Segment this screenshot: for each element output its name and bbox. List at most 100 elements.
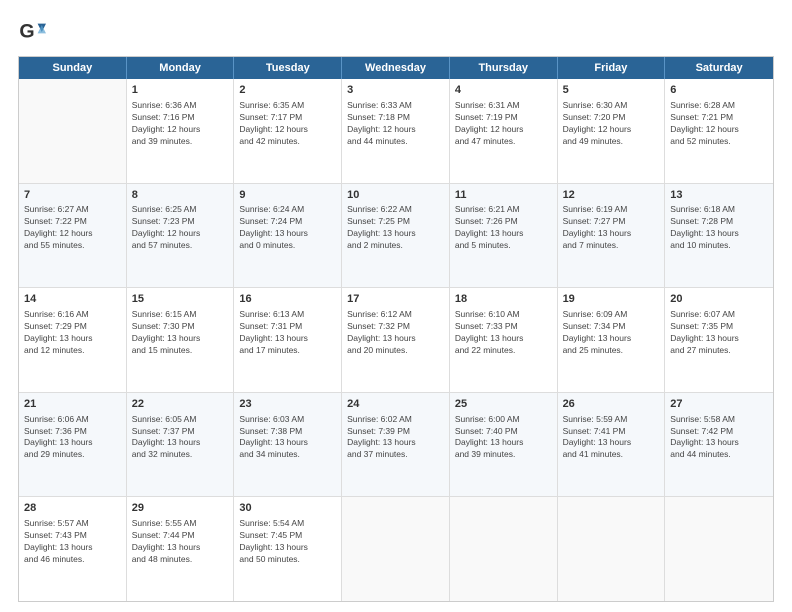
day-number: 17 [347,292,444,307]
day-number: 2 [239,83,336,98]
cell-text: Sunrise: 6:03 AMSunset: 7:38 PMDaylight:… [239,414,336,462]
day-number: 20 [670,292,768,307]
day-number: 4 [455,83,552,98]
calendar-cell: 23Sunrise: 6:03 AMSunset: 7:38 PMDayligh… [234,393,342,497]
calendar-cell: 13Sunrise: 6:18 AMSunset: 7:28 PMDayligh… [665,184,773,288]
day-number: 3 [347,83,444,98]
day-number: 24 [347,397,444,412]
calendar-cell: 28 Sunrise: 5:57 AMSunset: 7:43 PMDayligh… [19,497,127,601]
cell-text: Sunrise: 6:15 AMSunset: 7:30 PMDaylight:… [132,309,229,357]
calendar-cell [450,497,558,601]
calendar-cell: 26 Sunrise: 5:59 AMSunset: 7:41 PMDayligh… [558,393,666,497]
day-number: 6 [670,83,768,98]
day-number: 19 [563,292,660,307]
calendar-cell: 22Sunrise: 6:05 AMSunset: 7:37 PMDayligh… [127,393,235,497]
cell-text: Sunrise: 6:19 AMSunset: 7:27 PMDaylight:… [563,204,660,252]
cell-text: Sunrise: 6:21 AMSunset: 7:26 PMDaylight:… [455,204,552,252]
day-number: 30 [239,501,336,516]
day-number: 8 [132,188,229,203]
calendar-cell: 14 Sunrise: 6:16 AMSunset: 7:29 PMDayligh… [19,288,127,392]
calendar-cell: 6 Sunrise: 6:28 AMSunset: 7:21 PMDaylight… [665,79,773,183]
day-number: 26 [563,397,660,412]
calendar-header: SundayMondayTuesdayWednesdayThursdayFrid… [19,57,773,79]
cell-text: Sunrise: 6:35 AMSunset: 7:17 PMDaylight:… [239,100,336,148]
svg-text:G: G [19,21,34,43]
calendar-row: 14 Sunrise: 6:16 AMSunset: 7:29 PMDayligh… [19,288,773,393]
calendar-cell: 30Sunrise: 5:54 AMSunset: 7:45 PMDayligh… [234,497,342,601]
weekday-header: Wednesday [342,57,450,79]
day-number: 29 [132,501,229,516]
calendar-cell: 7Sunrise: 6:27 AMSunset: 7:22 PMDaylight… [19,184,127,288]
calendar-cell: 4 Sunrise: 6:31 AMSunset: 7:19 PMDaylight… [450,79,558,183]
calendar-body: 1Sunrise: 6:36 AMSunset: 7:16 PMDaylight… [19,79,773,601]
cell-text: Sunrise: 6:31 AMSunset: 7:19 PMDaylight:… [455,100,552,148]
day-number: 22 [132,397,229,412]
day-number: 9 [239,188,336,203]
day-number: 5 [563,83,660,98]
day-number: 15 [132,292,229,307]
calendar-cell: 27 Sunrise: 5:58 AMSunset: 7:42 PMDayligh… [665,393,773,497]
day-number: 18 [455,292,552,307]
calendar-cell [342,497,450,601]
weekday-header: Monday [127,57,235,79]
calendar-cell: 16 Sunrise: 6:13 AMSunset: 7:31 PMDayligh… [234,288,342,392]
cell-text: Sunrise: 6:09 AMSunset: 7:34 PMDaylight:… [563,309,660,357]
header: G [18,18,774,46]
calendar-cell: 3Sunrise: 6:33 AMSunset: 7:18 PMDaylight… [342,79,450,183]
cell-text: Sunrise: 6:07 AMSunset: 7:35 PMDaylight:… [670,309,768,357]
cell-text: Sunrise: 6:06 AMSunset: 7:36 PMDaylight:… [24,414,121,462]
cell-text: Sunrise: 6:25 AMSunset: 7:23 PMDaylight:… [132,204,229,252]
cell-text: Sunrise: 5:57 AMSunset: 7:43 PMDaylight:… [24,518,121,566]
cell-text: Sunrise: 6:13 AMSunset: 7:31 PMDaylight:… [239,309,336,357]
cell-text: Sunrise: 6:24 AMSunset: 7:24 PMDaylight:… [239,204,336,252]
calendar-cell: 19 Sunrise: 6:09 AMSunset: 7:34 PMDayligh… [558,288,666,392]
calendar-cell: 12Sunrise: 6:19 AMSunset: 7:27 PMDayligh… [558,184,666,288]
logo: G [18,18,52,46]
calendar-cell: 20 Sunrise: 6:07 AMSunset: 7:35 PMDayligh… [665,288,773,392]
calendar-cell [19,79,127,183]
cell-text: Sunrise: 5:55 AMSunset: 7:44 PMDaylight:… [132,518,229,566]
calendar-cell [665,497,773,601]
cell-text: Sunrise: 6:10 AMSunset: 7:33 PMDaylight:… [455,309,552,357]
calendar-row: 1Sunrise: 6:36 AMSunset: 7:16 PMDaylight… [19,79,773,184]
cell-text: Sunrise: 6:18 AMSunset: 7:28 PMDaylight:… [670,204,768,252]
weekday-header: Thursday [450,57,558,79]
cell-text: Sunrise: 6:16 AMSunset: 7:29 PMDaylight:… [24,309,121,357]
day-number: 27 [670,397,768,412]
day-number: 14 [24,292,121,307]
calendar-row: 7Sunrise: 6:27 AMSunset: 7:22 PMDaylight… [19,184,773,289]
calendar-cell: 9Sunrise: 6:24 AMSunset: 7:24 PMDaylight… [234,184,342,288]
calendar-cell: 24 Sunrise: 6:02 AMSunset: 7:39 PMDayligh… [342,393,450,497]
calendar-cell: 29 Sunrise: 5:55 AMSunset: 7:44 PMDayligh… [127,497,235,601]
day-number: 21 [24,397,121,412]
weekday-header: Saturday [665,57,773,79]
weekday-header: Friday [558,57,666,79]
cell-text: Sunrise: 6:28 AMSunset: 7:21 PMDaylight:… [670,100,768,148]
calendar: SundayMondayTuesdayWednesdayThursdayFrid… [18,56,774,602]
calendar-cell: 17Sunrise: 6:12 AMSunset: 7:32 PMDayligh… [342,288,450,392]
calendar-cell: 2 Sunrise: 6:35 AMSunset: 7:17 PMDaylight… [234,79,342,183]
calendar-cell: 8Sunrise: 6:25 AMSunset: 7:23 PMDaylight… [127,184,235,288]
cell-text: Sunrise: 6:22 AMSunset: 7:25 PMDaylight:… [347,204,444,252]
calendar-row: 28 Sunrise: 5:57 AMSunset: 7:43 PMDayligh… [19,497,773,601]
calendar-cell: 25Sunrise: 6:00 AMSunset: 7:40 PMDayligh… [450,393,558,497]
weekday-header: Tuesday [234,57,342,79]
weekday-header: Sunday [19,57,127,79]
calendar-cell: 15 Sunrise: 6:15 AMSunset: 7:30 PMDayligh… [127,288,235,392]
cell-text: Sunrise: 5:59 AMSunset: 7:41 PMDaylight:… [563,414,660,462]
calendar-cell: 5 Sunrise: 6:30 AMSunset: 7:20 PMDaylight… [558,79,666,183]
day-number: 13 [670,188,768,203]
cell-text: Sunrise: 6:30 AMSunset: 7:20 PMDaylight:… [563,100,660,148]
calendar-cell [558,497,666,601]
cell-text: Sunrise: 6:27 AMSunset: 7:22 PMDaylight:… [24,204,121,252]
day-number: 11 [455,188,552,203]
day-number: 25 [455,397,552,412]
calendar-cell: 21 Sunrise: 6:06 AMSunset: 7:36 PMDayligh… [19,393,127,497]
day-number: 16 [239,292,336,307]
cell-text: Sunrise: 6:02 AMSunset: 7:39 PMDaylight:… [347,414,444,462]
day-number: 28 [24,501,121,516]
calendar-cell: 11Sunrise: 6:21 AMSunset: 7:26 PMDayligh… [450,184,558,288]
day-number: 1 [132,83,229,98]
calendar-cell: 10Sunrise: 6:22 AMSunset: 7:25 PMDayligh… [342,184,450,288]
cell-text: Sunrise: 5:58 AMSunset: 7:42 PMDaylight:… [670,414,768,462]
